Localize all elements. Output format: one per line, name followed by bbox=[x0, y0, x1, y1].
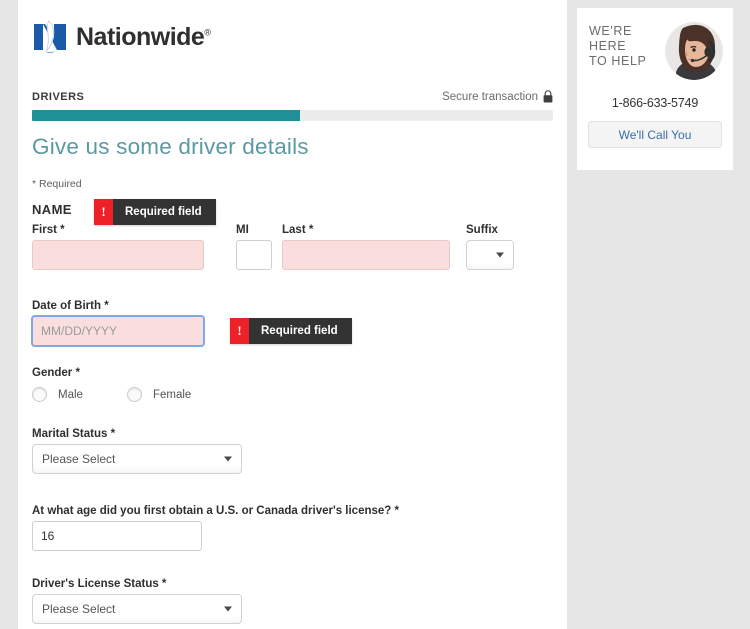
dob-required-error-tooltip: ! Required field bbox=[230, 318, 352, 344]
nationwide-eagle-icon bbox=[34, 20, 66, 53]
last-name-field: Last * bbox=[282, 224, 450, 270]
middle-initial-label: MI bbox=[236, 224, 249, 236]
suffix-label: Suffix bbox=[466, 224, 498, 236]
registered-mark: ® bbox=[204, 27, 211, 38]
marital-status-select[interactable]: Please Select bbox=[32, 444, 242, 474]
name-section-label: NAME bbox=[32, 202, 72, 217]
name-inputs-row: First * MI Last * Suffix bbox=[32, 224, 553, 270]
progress-labels: DRIVERS Secure transaction bbox=[32, 90, 553, 103]
agent-avatar bbox=[665, 22, 723, 80]
radio-button-icon[interactable] bbox=[32, 387, 47, 402]
first-name-input[interactable] bbox=[32, 240, 204, 270]
name-field-group: NAME ! Required field First * MI Last * bbox=[32, 199, 553, 270]
page-title: Give us some driver details bbox=[32, 134, 309, 159]
first-name-label: First * bbox=[32, 224, 65, 236]
suffix-select[interactable] bbox=[466, 240, 514, 270]
chevron-down-icon bbox=[496, 252, 504, 258]
progress-bar-fill bbox=[32, 110, 301, 121]
date-of-birth-input[interactable] bbox=[32, 316, 204, 346]
brand-logo[interactable]: Nationwide® bbox=[32, 18, 211, 56]
gender-field-group: Gender * Male Female bbox=[32, 367, 191, 402]
marital-status-label: Marital Status * bbox=[32, 428, 116, 440]
secure-transaction: Secure transaction bbox=[442, 90, 553, 103]
lock-icon bbox=[543, 90, 553, 103]
date-of-birth-label: Date of Birth * bbox=[32, 300, 109, 312]
license-age-label: At what age did you first obtain a U.S. … bbox=[32, 505, 399, 517]
chevron-down-icon bbox=[224, 456, 232, 462]
main-form-card: Nationwide® DRIVERS Secure transaction G… bbox=[18, 0, 567, 629]
license-status-value: Please Select bbox=[42, 602, 116, 616]
required-note: * Required bbox=[32, 178, 82, 190]
gender-option-female[interactable]: Female bbox=[126, 387, 192, 402]
last-name-input[interactable] bbox=[282, 240, 450, 270]
secure-transaction-label: Secure transaction bbox=[442, 90, 538, 103]
name-heading-row: NAME ! Required field bbox=[32, 199, 553, 225]
gender-radio-row: Male Female bbox=[32, 387, 191, 402]
license-status-field: Driver's License Status * Please Select bbox=[32, 578, 242, 624]
gender-option-female-label: Female bbox=[152, 388, 192, 401]
error-bang-icon: ! bbox=[94, 199, 113, 225]
progress-section: DRIVERS Secure transaction bbox=[32, 90, 553, 121]
brand-name: Nationwide® bbox=[76, 22, 211, 52]
error-message-text: Required field bbox=[249, 318, 352, 344]
help-panel-title: WE'RE HERE TO HELP bbox=[589, 24, 647, 68]
date-of-birth-input-wrap: ! Required field bbox=[32, 316, 352, 346]
error-message-text: Required field bbox=[113, 199, 216, 225]
help-panel-header: WE'RE HERE TO HELP bbox=[577, 8, 733, 80]
license-age-field: At what age did you first obtain a U.S. … bbox=[32, 505, 399, 551]
gender-option-male-label: Male bbox=[58, 388, 83, 401]
help-panel: WE'RE HERE TO HELP 1-866-633-5749 We'll … bbox=[577, 8, 733, 170]
marital-status-value: Please Select bbox=[42, 452, 116, 466]
middle-initial-field: MI bbox=[236, 224, 272, 270]
radio-button-icon[interactable] bbox=[126, 387, 142, 402]
help-phone-number[interactable]: 1-866-633-5749 bbox=[577, 96, 733, 110]
name-required-error-tooltip: ! Required field bbox=[94, 199, 216, 225]
chevron-down-icon bbox=[224, 606, 232, 612]
gender-option-male[interactable]: Male bbox=[32, 387, 83, 402]
first-name-field: First * bbox=[32, 224, 204, 270]
date-of-birth-field: Date of Birth * ! Required field bbox=[32, 300, 352, 346]
license-status-select[interactable]: Please Select bbox=[32, 594, 242, 624]
middle-initial-input[interactable] bbox=[236, 240, 272, 270]
license-status-label: Driver's License Status * bbox=[32, 578, 167, 590]
progress-bar-track bbox=[32, 110, 553, 121]
agent-photo-illustration bbox=[665, 22, 723, 80]
license-age-input[interactable] bbox=[32, 521, 202, 551]
marital-status-field: Marital Status * Please Select bbox=[32, 428, 242, 474]
error-bang-icon: ! bbox=[230, 318, 249, 344]
suffix-field: Suffix bbox=[466, 224, 514, 270]
well-call-you-button[interactable]: We'll Call You bbox=[588, 121, 722, 148]
gender-label: Gender * bbox=[32, 367, 80, 379]
progress-step-label: DRIVERS bbox=[32, 90, 85, 103]
last-name-label: Last * bbox=[282, 224, 314, 236]
page-root: Nationwide® DRIVERS Secure transaction G… bbox=[0, 0, 750, 629]
brand-name-text: Nationwide bbox=[76, 22, 205, 51]
